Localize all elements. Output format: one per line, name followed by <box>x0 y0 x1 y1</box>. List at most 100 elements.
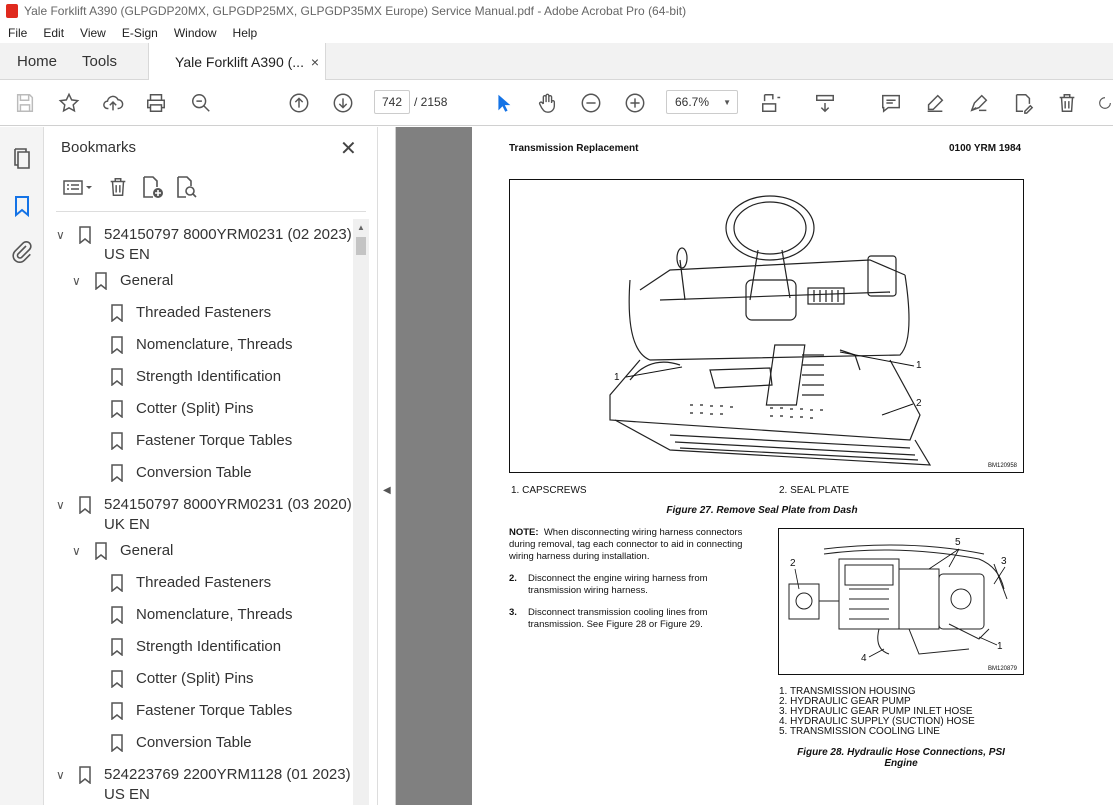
main-toolbar <box>0 80 1113 126</box>
acrobat-logo-icon <box>6 4 18 18</box>
window-title: Yale Forklift A390 (GLPGDP20MX, GLPGDP25… <box>24 4 687 18</box>
bookmark-item[interactable]: Conversion Table <box>110 463 252 483</box>
bookmark-item[interactable]: ∨ General <box>72 271 173 291</box>
zoom-out-icon[interactable] <box>578 90 604 116</box>
step-number: 3. <box>509 607 517 618</box>
bookmark-options-icon[interactable] <box>60 175 96 199</box>
bookmark-item[interactable]: ∨ General <box>72 541 173 561</box>
menu-view[interactable]: View <box>72 26 114 40</box>
bookmark-label-line2: UK EN <box>104 516 150 533</box>
bookmark-item[interactable]: Cotter (Split) Pins <box>110 399 254 419</box>
menu-file[interactable]: File <box>0 26 35 40</box>
bookmark-label: Fastener Torque Tables <box>136 432 293 449</box>
fig28-callout: 5 <box>955 537 961 548</box>
tab-close-icon[interactable]: × <box>311 54 319 70</box>
bookmark-item[interactable]: Nomenclature, Threads <box>110 335 292 355</box>
bookmark-label-line2: US EN <box>104 246 150 263</box>
bookmark-label: General <box>120 542 174 559</box>
tab-tools[interactable]: Tools <box>74 43 134 79</box>
scroll-up-icon[interactable]: ▲ <box>357 223 365 232</box>
scrollbar-thumb[interactable] <box>356 237 366 255</box>
page-total: / 2158 <box>414 95 448 109</box>
chevron-down-icon[interactable]: ∨ <box>56 225 70 245</box>
bookmark-item[interactable]: ∨ 524223769 2200YRM1128 (01 2023) US EN <box>56 765 351 805</box>
panel-splitter[interactable]: ◀ <box>379 127 396 805</box>
tab-document[interactable]: Yale Forklift A390 (... × <box>148 43 327 81</box>
bookmark-label: 524223769 2200YRM1128 (01 2023) <box>104 766 351 783</box>
menu-window[interactable]: Window <box>166 26 225 40</box>
fig27-caption: Figure 27. Remove Seal Plate from Dash <box>666 505 858 516</box>
fig28-caption-line2: Engine <box>884 758 918 769</box>
chevron-down-icon[interactable]: ∨ <box>56 765 70 785</box>
tab-home[interactable]: Home <box>0 43 74 79</box>
step-3-text: Disconnect transmission cooling lines fr… <box>528 607 708 630</box>
menu-edit[interactable]: Edit <box>35 26 72 40</box>
bookmark-icon <box>95 542 107 560</box>
fig27-legend-2: 2. SEAL PLATE <box>779 485 850 496</box>
tab-bar: Home Tools Yale Forklift A390 (... × <box>0 43 1113 81</box>
edit-document-icon[interactable] <box>1010 90 1036 116</box>
attachment-icon[interactable] <box>10 240 34 264</box>
bookmark-icon <box>111 304 123 322</box>
bookmarks-scrollbar[interactable]: ▲ <box>353 219 369 805</box>
cloud-upload-icon[interactable] <box>100 90 126 116</box>
zoom-search-icon[interactable] <box>188 90 214 116</box>
collapse-panel-icon[interactable]: ◀ <box>383 485 391 496</box>
fig28-callout: 3 <box>1001 556 1007 567</box>
page-number-input[interactable]: 742 <box>374 90 410 114</box>
figure-28-illustration: 5 3 2 4 1 BM120879 <box>778 528 1024 675</box>
comment-icon[interactable] <box>878 90 904 116</box>
highlight-pen-icon[interactable] <box>922 90 948 116</box>
bookmark-item[interactable]: Cotter (Split) Pins <box>110 669 254 689</box>
fig27-callout: 2 <box>916 398 922 409</box>
next-page-icon[interactable] <box>330 90 356 116</box>
find-bookmark-icon[interactable] <box>174 175 198 199</box>
bookmark-panel-icon[interactable] <box>10 194 34 218</box>
star-icon[interactable] <box>56 90 82 116</box>
chevron-down-icon[interactable]: ∨ <box>72 271 86 291</box>
new-bookmark-icon[interactable] <box>140 175 164 199</box>
fig28-callout: 1 <box>997 641 1003 652</box>
zoom-select[interactable]: 66.7% ▼ <box>666 90 738 114</box>
save-icon[interactable] <box>12 90 38 116</box>
chevron-down-icon[interactable]: ∨ <box>56 495 70 515</box>
fig27-callout: 1 <box>916 360 922 371</box>
delete-icon[interactable] <box>1054 90 1080 116</box>
delete-bookmark-icon[interactable] <box>106 175 130 199</box>
previous-page-icon[interactable] <box>286 90 312 116</box>
pages-thumbnails-icon[interactable] <box>10 147 34 171</box>
bookmark-label: Threaded Fasteners <box>136 574 272 591</box>
menu-esign[interactable]: E-Sign <box>114 26 166 40</box>
bookmark-icon <box>79 496 91 514</box>
engine-hose-drawing <box>788 544 1008 658</box>
menu-help[interactable]: Help <box>225 26 266 40</box>
rotate-icon[interactable] <box>1097 90 1113 116</box>
step-number: 2. <box>509 573 517 584</box>
fig28-callout: 4 <box>861 653 867 664</box>
bookmark-item[interactable]: Threaded Fasteners <box>110 303 271 323</box>
bookmark-item[interactable]: Fastener Torque Tables <box>110 431 292 451</box>
fig28-legend-item: 5. TRANSMISSION COOLING LINE <box>779 726 940 737</box>
bookmark-label: Cotter (Split) Pins <box>136 670 254 687</box>
fig27-legend-1: 1. CAPSCREWS <box>511 485 587 496</box>
chevron-down-icon[interactable]: ∨ <box>72 541 86 561</box>
bookmark-item[interactable]: Fastener Torque Tables <box>110 701 292 721</box>
fig28-caption-line1: Figure 28. Hydraulic Hose Connections, P… <box>797 747 1005 758</box>
bookmark-item[interactable]: Strength Identification <box>110 367 281 387</box>
print-icon[interactable] <box>143 90 169 116</box>
bookmark-item[interactable]: Nomenclature, Threads <box>110 605 292 625</box>
hand-tool-icon[interactable] <box>534 90 560 116</box>
left-rail <box>0 127 44 805</box>
fit-page-icon[interactable] <box>758 90 784 116</box>
zoom-in-icon[interactable] <box>622 90 648 116</box>
scroll-mode-icon[interactable] <box>812 90 838 116</box>
bookmark-item[interactable]: Conversion Table <box>110 733 252 753</box>
bookmark-item[interactable]: ∨ 524150797 8000YRM0231 (02 2023) US EN <box>56 225 352 265</box>
sign-pen-icon[interactable] <box>966 90 992 116</box>
select-cursor-icon[interactable] <box>490 90 516 116</box>
bookmark-item[interactable]: Strength Identification <box>110 637 281 657</box>
bookmark-item[interactable]: Threaded Fasteners <box>110 573 271 593</box>
bookmark-item[interactable]: ∨ 524150797 8000YRM0231 (03 2020) UK EN <box>56 495 352 535</box>
bookmark-icon <box>111 368 123 386</box>
close-icon[interactable]: ✕ <box>340 136 357 161</box>
